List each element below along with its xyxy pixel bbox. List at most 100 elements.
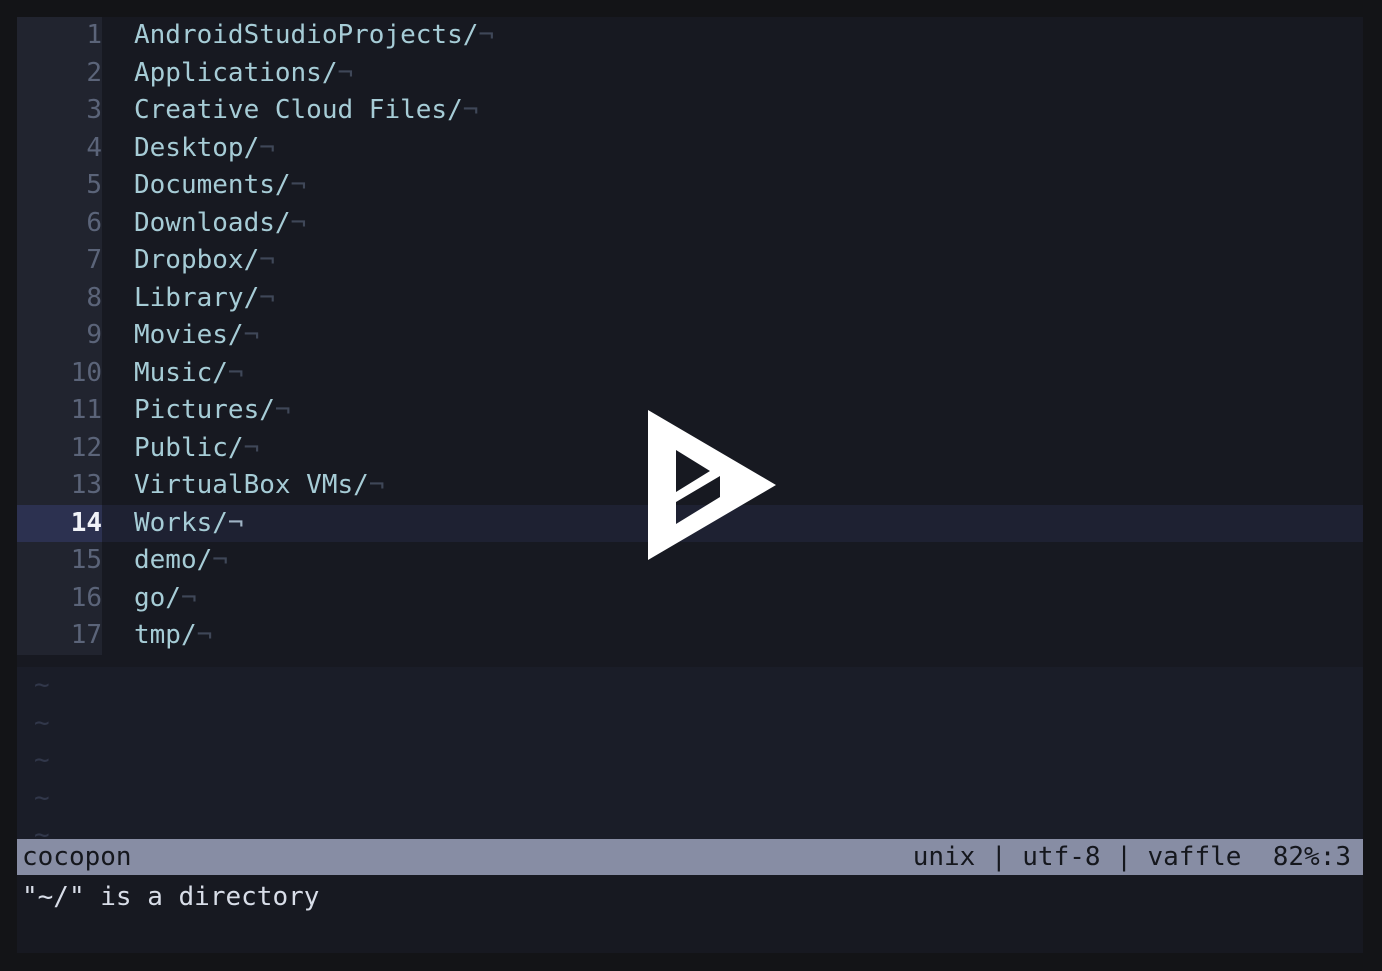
directory-entry[interactable]: Documents/¬ (134, 167, 306, 205)
directory-entry[interactable]: Dropbox/¬ (134, 242, 275, 280)
line-number: 9 (17, 317, 102, 355)
entry-name: VirtualBox VMs/ (134, 470, 369, 500)
eol-marker-icon: ¬ (243, 320, 260, 350)
eol-marker-icon: ¬ (227, 507, 244, 538)
entry-name: Movies/ (134, 320, 244, 350)
entry-name: Pictures/ (134, 395, 275, 425)
directory-entry[interactable]: Movies/¬ (134, 317, 259, 355)
entry-name: go/ (134, 582, 181, 613)
tilde-marker-icon: ~ (34, 782, 50, 813)
entry-name: AndroidStudioProjects/ (134, 20, 479, 50)
eol-marker-icon: ¬ (462, 95, 479, 125)
statusline-user-label: cocopon (22, 842, 132, 872)
buffer-line[interactable]: 3 Creative Cloud Files/¬ (17, 92, 1363, 130)
filler-gutter (17, 704, 102, 742)
entry-name: Desktop/ (134, 132, 260, 163)
directory-entry[interactable]: Library/¬ (134, 280, 275, 318)
eol-marker-icon: ¬ (259, 132, 275, 163)
entry-name: Creative Cloud Files/ (134, 95, 463, 125)
vim-filler-lines: ~ ~ ~ ~ ~ (17, 667, 1363, 855)
eol-marker-icon: ¬ (337, 57, 354, 88)
entry-name: Documents/ (134, 170, 291, 200)
entry-name: Public/ (134, 432, 244, 463)
eol-marker-icon: ¬ (290, 170, 307, 200)
statusline-file-info: unix | utf-8 | vaffle 82%:3 (912, 842, 1351, 872)
eol-marker-icon: ¬ (368, 470, 385, 500)
play-button[interactable] (648, 410, 776, 560)
tilde-marker-icon: ~ (34, 670, 50, 700)
line-number: 3 (17, 92, 102, 130)
entry-name: Dropbox/ (134, 245, 260, 275)
entry-name: tmp/ (134, 620, 197, 650)
filler-line: ~ (17, 667, 1363, 705)
filler-line: ~ (17, 704, 1363, 742)
entry-name: Applications/ (134, 57, 338, 88)
asciinema-player[interactable]: 1 AndroidStudioProjects/¬ 2 Applications/¬ 3… (0, 0, 1382, 971)
entry-name: Music/ (134, 357, 228, 388)
entry-name: Works/ (134, 507, 228, 538)
eol-marker-icon: ¬ (243, 432, 260, 463)
buffer-line[interactable]: 9 Movies/¬ (17, 317, 1363, 355)
eol-marker-icon: ¬ (196, 620, 213, 650)
vim-message-line: "~/" is a directory (22, 882, 320, 912)
line-number: 6 (17, 204, 102, 242)
line-number: 16 (17, 579, 102, 617)
line-number: 4 (17, 129, 102, 167)
directory-entry[interactable]: Downloads/¬ (134, 205, 306, 243)
line-number: 15 (17, 542, 102, 580)
directory-entry[interactable]: Applications/¬ (134, 55, 353, 93)
tilde-marker-icon: ~ (34, 707, 50, 738)
eol-marker-icon: ¬ (290, 207, 307, 238)
buffer-line[interactable]: 1 AndroidStudioProjects/¬ (17, 17, 1363, 55)
filler-gutter (17, 667, 102, 705)
entry-name: Library/ (134, 282, 260, 313)
directory-entry[interactable]: Public/¬ (134, 430, 259, 468)
line-number: 12 (17, 429, 102, 467)
play-icon (648, 410, 776, 560)
buffer-line[interactable]: 5 Documents/¬ (17, 167, 1363, 205)
eol-marker-icon: ¬ (478, 20, 495, 50)
directory-entry[interactable]: Works/¬ (134, 505, 244, 543)
directory-entry[interactable]: Music/¬ (134, 355, 244, 393)
filler-gutter (17, 779, 102, 817)
buffer-line[interactable]: 7 Dropbox/¬ (17, 242, 1363, 280)
directory-entry[interactable]: AndroidStudioProjects/¬ (134, 17, 494, 55)
filler-line: ~ (17, 779, 1363, 817)
line-number: 11 (17, 392, 102, 430)
buffer-line[interactable]: 16 go/¬ (17, 579, 1363, 618)
buffer-line[interactable]: 17 tmp/¬ (17, 617, 1363, 655)
buffer-line[interactable]: 2 Applications/¬ (17, 54, 1363, 93)
directory-entry[interactable]: tmp/¬ (134, 617, 212, 655)
buffer-line[interactable]: 6 Downloads/¬ (17, 204, 1363, 243)
directory-entry[interactable]: demo/¬ (134, 542, 228, 580)
directory-entry[interactable]: Desktop/¬ (134, 130, 275, 168)
vim-statusline: cocopon unix | utf-8 | vaffle 82%:3 (17, 839, 1363, 875)
directory-entry[interactable]: Pictures/¬ (134, 392, 291, 430)
eol-marker-icon: ¬ (259, 245, 275, 275)
entry-name: Downloads/ (134, 207, 291, 238)
eol-marker-icon: ¬ (274, 395, 291, 425)
directory-entry[interactable]: Creative Cloud Files/¬ (134, 92, 478, 130)
eol-marker-icon: ¬ (212, 545, 228, 575)
line-number: 17 (17, 617, 102, 655)
buffer-line[interactable]: 8 Library/¬ (17, 279, 1363, 318)
directory-entry[interactable]: VirtualBox VMs/¬ (134, 467, 384, 505)
filler-line: ~ (17, 742, 1363, 780)
entry-name: demo/ (134, 545, 213, 575)
filler-gutter (17, 742, 102, 780)
line-number: 5 (17, 167, 102, 205)
directory-entry[interactable]: go/¬ (134, 580, 197, 618)
line-number: 14 (17, 504, 102, 542)
eol-marker-icon: ¬ (180, 582, 197, 613)
tilde-marker-icon: ~ (34, 745, 50, 775)
line-number: 7 (17, 242, 102, 280)
buffer-line[interactable]: 4 Desktop/¬ (17, 129, 1363, 168)
line-number: 13 (17, 467, 102, 505)
line-number: 10 (17, 354, 102, 392)
line-number: 1 (17, 17, 102, 55)
buffer-line[interactable]: 10 Music/¬ (17, 354, 1363, 393)
line-number: 2 (17, 54, 102, 92)
eol-marker-icon: ¬ (259, 282, 275, 313)
line-number: 8 (17, 279, 102, 317)
eol-marker-icon: ¬ (227, 357, 244, 388)
